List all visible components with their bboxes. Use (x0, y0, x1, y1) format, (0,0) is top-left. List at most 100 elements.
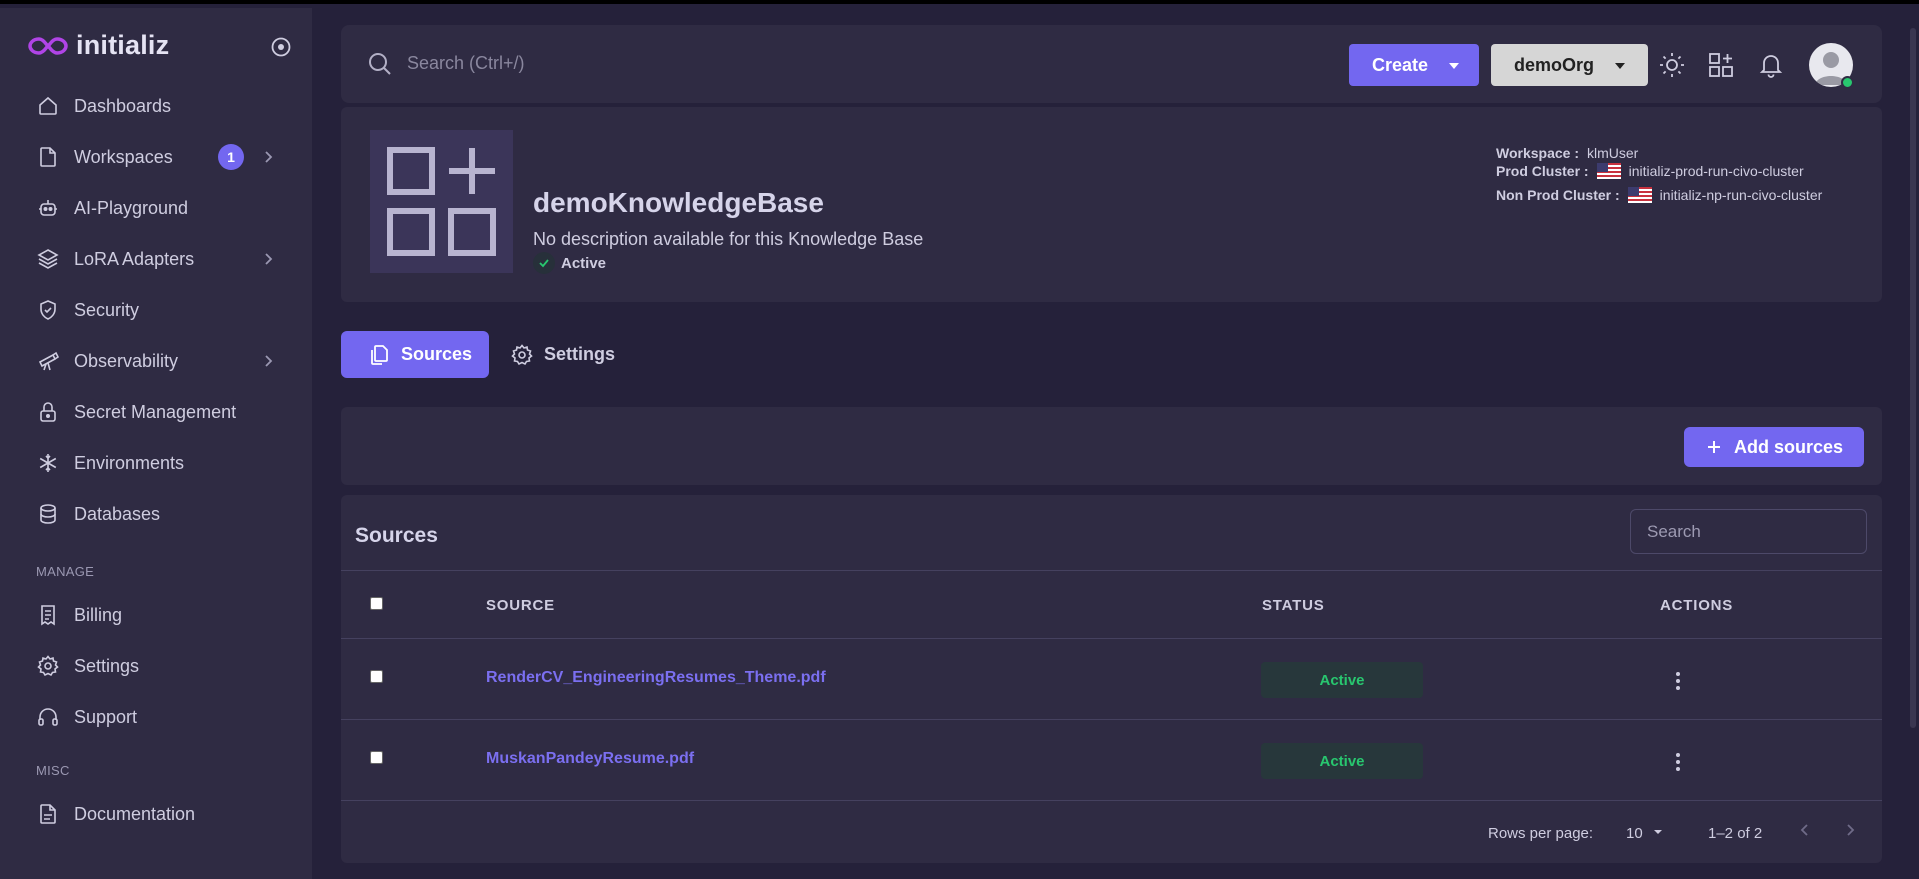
workspace-meta: Workspace : klmUser (1496, 145, 1638, 161)
table-search-input[interactable]: Search (1630, 509, 1867, 554)
sidebar-item-security[interactable]: Security (36, 295, 276, 325)
prod-cluster-label: Prod Cluster : (1496, 163, 1589, 179)
sidebar-item-label: Observability (74, 350, 179, 371)
knowledge-base-header: demoKnowledgeBase No description availab… (341, 107, 1882, 302)
search-icon[interactable] (367, 51, 393, 77)
sidebar-item-workspaces[interactable]: Workspaces 1 (36, 142, 276, 172)
brand[interactable]: initializ (28, 30, 169, 61)
notification-badge: 1 (218, 144, 244, 170)
sidebar-item-settings[interactable]: Settings (36, 651, 276, 681)
sidebar-item-databases[interactable]: Databases (36, 499, 276, 529)
rows-per-page-select[interactable]: 10 (1626, 825, 1643, 842)
row-checkbox[interactable] (370, 670, 383, 683)
plus-icon (1708, 441, 1720, 453)
sidebar-item-observability[interactable]: Observability (36, 346, 276, 376)
more-vertical-icon[interactable] (1674, 753, 1682, 775)
sidebar: initializ Dashboards Workspaces 1 AI-Pla… (0, 8, 312, 879)
chevron-right-icon (265, 355, 273, 367)
rows-per-page-label: Rows per page: (1488, 825, 1594, 842)
sidebar-item-label: Secret Management (74, 401, 237, 422)
sidebar-toggle-icon[interactable] (270, 36, 292, 58)
status-badge: Active (1261, 662, 1423, 698)
sidebar-item-label: Dashboards (74, 95, 172, 116)
tab-settings[interactable]: Settings (510, 331, 615, 378)
column-header-source[interactable]: SOURCE (486, 597, 555, 614)
sidebar-item-label: Security (74, 299, 140, 320)
page-scrollbar[interactable] (1907, 8, 1919, 879)
add-sources-label: Add sources (1734, 436, 1844, 457)
file-icon (36, 145, 60, 169)
row-checkbox[interactable] (370, 751, 383, 764)
telescope-icon (36, 349, 60, 373)
section-label-misc: MISC (36, 763, 70, 778)
section-label-manage: MANAGE (36, 564, 95, 579)
source-link[interactable]: MuskanPandeyResume.pdf (486, 750, 694, 768)
sidebar-item-ai-playground[interactable]: AI-Playground (36, 193, 276, 223)
status-badge: Active (1261, 743, 1423, 779)
divider (341, 570, 1882, 571)
prod-cluster-value: initializ-prod-run-civo-cluster (1628, 163, 1804, 179)
apps-add-icon[interactable] (1707, 51, 1735, 79)
divider (341, 719, 1882, 720)
sidebar-item-label: Environments (74, 452, 185, 473)
sources-table-card: Sources Search SOURCE STATUS ACTIONS Ren… (341, 495, 1882, 863)
apps-add-icon (387, 147, 496, 256)
sidebar-item-label: Billing (74, 604, 123, 625)
sidebar-item-label: AI-Playground (74, 197, 189, 218)
rows-per-page-value: 10 (1626, 825, 1643, 842)
knowledge-base-title: demoKnowledgeBase (533, 187, 824, 218)
add-sources-bar: Add sources (341, 407, 1882, 485)
chevron-left-icon[interactable] (1795, 820, 1815, 840)
headphones-icon (36, 705, 60, 729)
files-icon (371, 344, 388, 365)
gear-icon (511, 343, 533, 365)
chevron-right-icon (265, 253, 273, 265)
gear-icon (36, 654, 60, 678)
database-icon (36, 502, 60, 526)
bell-icon[interactable] (1757, 51, 1785, 79)
nonprod-cluster-value: initializ-np-run-civo-cluster (1659, 187, 1823, 203)
create-button[interactable]: Create (1349, 44, 1479, 86)
receipt-icon (36, 603, 60, 627)
more-vertical-icon[interactable] (1674, 672, 1682, 694)
add-sources-button[interactable]: Add sources (1684, 427, 1864, 467)
sidebar-item-billing[interactable]: Billing (36, 600, 276, 630)
global-search-input[interactable]: Search (Ctrl+/) (407, 53, 525, 74)
column-header-status[interactable]: STATUS (1262, 597, 1325, 614)
sidebar-item-dashboards[interactable]: Dashboards (36, 91, 276, 121)
caret-down-icon[interactable] (1648, 822, 1668, 842)
org-select-button[interactable]: demoOrg (1491, 44, 1648, 86)
shield-check-icon (36, 298, 60, 322)
sidebar-item-label: Databases (74, 503, 161, 524)
tab-sources[interactable]: Sources (341, 331, 489, 378)
caret-down-icon (1449, 63, 1459, 69)
sun-icon[interactable] (1658, 51, 1686, 79)
layers-icon (36, 247, 60, 271)
knowledge-base-description: No description available for this Knowle… (533, 229, 924, 249)
brand-name: initializ (76, 30, 170, 60)
sources-table-title: Sources (355, 524, 438, 547)
sidebar-item-environments[interactable]: Environments (36, 448, 276, 478)
sidebar-item-label: Support (74, 706, 138, 727)
sidebar-item-secret-management[interactable]: Secret Management (36, 397, 276, 427)
sidebar-item-documentation[interactable]: Documentation (36, 799, 276, 829)
check-circle-icon (533, 252, 555, 274)
tab-settings-label: Settings (544, 344, 616, 364)
select-all-checkbox[interactable] (370, 597, 383, 610)
nonprod-cluster-label: Non Prod Cluster : (1496, 187, 1620, 203)
knowledge-base-status: Active (533, 252, 606, 274)
robot-icon (36, 196, 60, 220)
pagination-range: 1–2 of 2 (1708, 825, 1763, 842)
home-icon (36, 94, 60, 118)
column-header-actions: ACTIONS (1660, 597, 1734, 614)
divider (341, 638, 1882, 639)
sidebar-item-label: Workspaces (74, 146, 173, 167)
sidebar-item-support[interactable]: Support (36, 702, 276, 732)
divider (341, 800, 1882, 801)
top-navbar: Search (Ctrl+/) Create demoOrg (341, 25, 1882, 103)
sidebar-item-lora-adapters[interactable]: LoRA Adapters (36, 244, 276, 274)
source-link[interactable]: RenderCV_EngineeringResumes_Theme.pdf (486, 669, 826, 687)
chevron-right-icon[interactable] (1840, 820, 1860, 840)
sidebar-item-label: LoRA Adapters (74, 248, 195, 269)
infinity-logo-icon (28, 36, 68, 55)
